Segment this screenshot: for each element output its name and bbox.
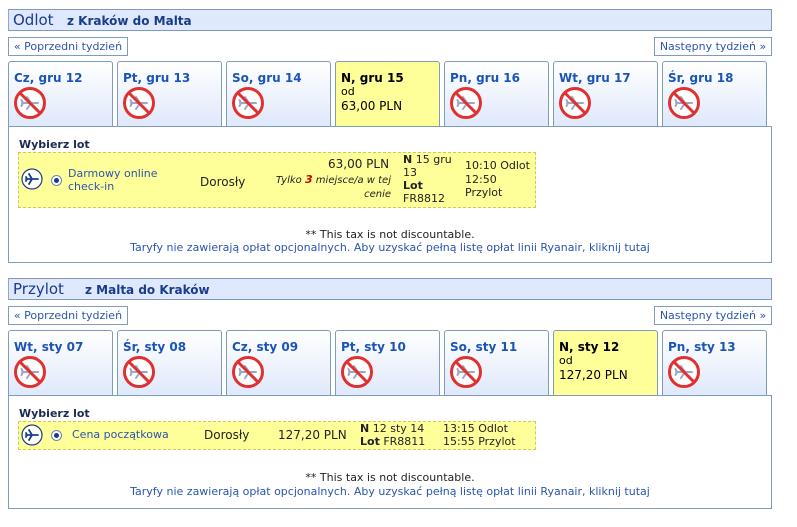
day-label: Wt, gru 17 xyxy=(559,71,631,85)
outbound-flight-panel: Wybierz lot Darmowy online check-in Doro… xyxy=(8,126,772,263)
plane-icon xyxy=(21,424,43,446)
inbound-day-tab[interactable]: Pt, sty 10 xyxy=(335,330,440,395)
outbound-day-tab[interactable]: Pt, gru 13 xyxy=(117,61,222,126)
day-label: So, gru 14 xyxy=(232,71,302,85)
no-flight-icon xyxy=(14,87,46,119)
inbound-prev-week-button[interactable]: « Poprzedni tydzień xyxy=(8,306,128,325)
day-price: 63,00 PLN xyxy=(341,99,403,113)
inbound-flight-price: 127,20 PLN xyxy=(278,428,347,442)
inbound-departure: 13:15 Odlot xyxy=(443,422,508,435)
no-flight-icon xyxy=(123,356,155,388)
day-label: Pt, gru 13 xyxy=(123,71,191,85)
outbound-day-tab[interactable]: So, gru 14 xyxy=(226,61,331,126)
inbound-day-tab[interactable]: Śr, sty 08 xyxy=(117,330,222,395)
outbound-fare-name[interactable]: Darmowy online check-in xyxy=(68,167,168,193)
outbound-title: Odlot xyxy=(13,11,54,29)
day-label: Pn, gru 16 xyxy=(450,71,521,85)
outbound-flight-date: N 15 gru 13 xyxy=(403,153,452,179)
inbound-arrival: 15:55 Przylot xyxy=(443,435,516,448)
day-label: N, sty 12 xyxy=(559,340,620,354)
inbound-fare-radio[interactable] xyxy=(51,430,62,441)
inbound-flight-panel: Wybierz lot Cena początkowa Dorosły 127,… xyxy=(8,395,772,509)
outbound-flight-price: 63,00 PLN xyxy=(328,157,390,171)
outbound-arrival-time: 12:50 xyxy=(465,173,497,186)
plane-icon xyxy=(21,168,43,190)
inbound-route: z Malta do Kraków xyxy=(85,283,210,297)
inbound-next-week-button[interactable]: Następny tydzień » xyxy=(654,306,772,325)
no-flight-icon xyxy=(341,356,373,388)
no-flight-icon xyxy=(232,356,264,388)
no-flight-icon xyxy=(450,87,482,119)
outbound-day-tab[interactable]: Cz, gru 12 xyxy=(8,61,113,126)
outbound-next-week-button[interactable]: Następny tydzień » xyxy=(654,37,772,56)
outbound-arrival-label: Przylot xyxy=(465,186,503,199)
outbound-day-tab[interactable]: N, gru 15 od 63,00 PLN xyxy=(335,61,440,126)
inbound-day-tab[interactable]: So, sty 11 xyxy=(444,330,549,395)
day-label: N, gru 15 xyxy=(341,71,404,85)
inbound-fees-note: Taryfy nie zawierają opłat opcjonalnych.… xyxy=(9,485,771,498)
inbound-choose-label: Wybierz lot xyxy=(19,407,90,420)
inbound-tax-note: ** This tax is not discountable. xyxy=(305,471,475,484)
day-label: Śr, sty 08 xyxy=(123,340,187,354)
inbound-flight-number: Lot FR8811 xyxy=(360,435,426,448)
day-label: Śr, gru 18 xyxy=(668,71,734,85)
outbound-departure: 10:10 Odlot xyxy=(465,159,530,172)
inbound-fare-name[interactable]: Cena początkowa xyxy=(72,428,169,441)
outbound-day-tab[interactable]: Śr, gru 18 xyxy=(662,61,767,126)
day-label: Pt, sty 10 xyxy=(341,340,406,354)
no-flight-icon xyxy=(14,356,46,388)
inbound-passenger-type: Dorosły xyxy=(204,428,250,442)
day-label: Pn, sty 13 xyxy=(668,340,736,354)
inbound-title: Przylot xyxy=(13,280,64,298)
outbound-day-tab[interactable]: Wt, gru 17 xyxy=(553,61,658,126)
outbound-day-tab[interactable]: Pn, gru 16 xyxy=(444,61,549,126)
inbound-day-tab[interactable]: Pn, sty 13 xyxy=(662,330,767,395)
day-label: Wt, sty 07 xyxy=(14,340,84,354)
no-flight-icon xyxy=(668,87,700,119)
outbound-route: z Kraków do Malta xyxy=(67,14,192,28)
inbound-day-tab[interactable]: Wt, sty 07 xyxy=(8,330,113,395)
day-label: So, sty 11 xyxy=(450,340,518,354)
inbound-header: Przylot z Malta do Kraków xyxy=(8,278,772,300)
outbound-fees-link[interactable]: Taryfy nie zawierają opłat opcjonalnych.… xyxy=(130,241,650,254)
day-price: 127,20 PLN xyxy=(559,368,628,382)
outbound-fare-radio[interactable] xyxy=(51,175,62,186)
outbound-prev-week-button[interactable]: « Poprzedni tydzień xyxy=(8,37,128,56)
no-flight-icon xyxy=(123,87,155,119)
day-label: Cz, sty 09 xyxy=(232,340,299,354)
day-label: Cz, gru 12 xyxy=(14,71,83,85)
inbound-day-tab[interactable]: N, sty 12 od 127,20 PLN xyxy=(553,330,658,395)
outbound-choose-label: Wybierz lot xyxy=(19,138,90,151)
inbound-fees-link[interactable]: Taryfy nie zawierają opłat opcjonalnych.… xyxy=(130,485,650,498)
inbound-flight-date: N 12 sty 14 xyxy=(360,422,425,435)
outbound-flight-number: Lot FR8812 xyxy=(403,179,445,205)
day-from-label: od xyxy=(341,85,355,98)
outbound-tax-note: ** This tax is not discountable. xyxy=(305,228,475,241)
no-flight-icon xyxy=(559,87,591,119)
inbound-day-tab[interactable]: Cz, sty 09 xyxy=(226,330,331,395)
no-flight-icon xyxy=(232,87,264,119)
inbound-flight-row[interactable]: Cena początkowa Dorosły 127,20 PLN N 12 … xyxy=(18,421,536,450)
outbound-seats-note: Tylko 3 miejsce/a w tej cenie xyxy=(275,173,391,200)
outbound-fees-note: Taryfy nie zawierają opłat opcjonalnych.… xyxy=(9,241,771,254)
no-flight-icon xyxy=(668,356,700,388)
outbound-header: Odlot z Kraków do Malta xyxy=(8,9,772,31)
outbound-passenger-type: Dorosły xyxy=(200,175,246,189)
outbound-flight-row[interactable]: Darmowy online check-in Dorosły 63,00 PL… xyxy=(18,152,536,208)
day-from-label: od xyxy=(559,354,573,367)
no-flight-icon xyxy=(450,356,482,388)
